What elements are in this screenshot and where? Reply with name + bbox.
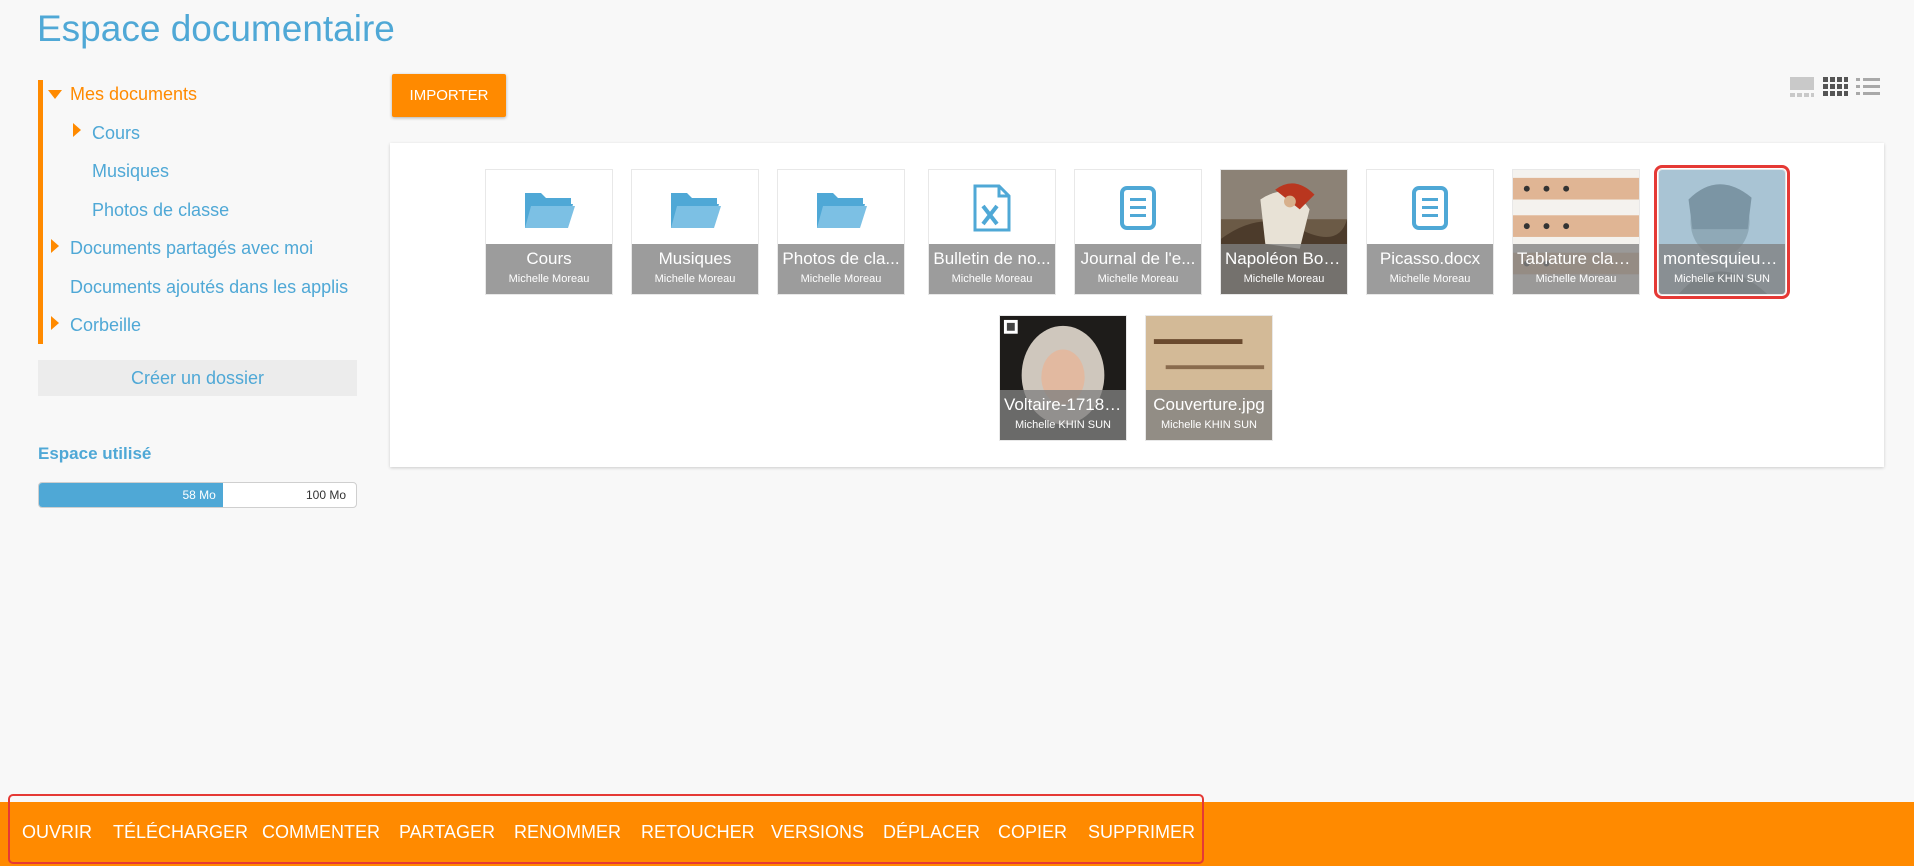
file-owner: Michelle Moreau	[654, 273, 736, 285]
file-tile-tablature[interactable]: Tablature clari... Michelle Moreau	[1512, 169, 1640, 295]
files-panel: Cours Michelle Moreau Musiques Michelle …	[390, 143, 1884, 467]
copy-button[interactable]: COPIER	[998, 822, 1067, 843]
file-name: Cours	[526, 249, 572, 268]
document-file-icon	[1412, 186, 1448, 230]
folder-icon	[671, 193, 721, 228]
file-name: Tablature clari...	[1517, 249, 1637, 268]
file-name: Musiques	[658, 249, 732, 268]
file-name: Couverture.jpg	[1153, 395, 1265, 414]
delete-button[interactable]: SUPPRIMER	[1088, 822, 1195, 843]
file-name: Journal de l'e...	[1080, 249, 1196, 268]
file-name: Picasso.docx	[1379, 249, 1481, 268]
caret-right-icon[interactable]	[51, 239, 59, 253]
caret-down-icon[interactable]	[48, 90, 62, 99]
tree-item-documents-partages[interactable]: Documents partagés avec moi	[70, 238, 313, 259]
file-owner: Michelle KHIN SUN	[1015, 419, 1111, 431]
caret-right-icon[interactable]	[51, 316, 59, 330]
file-owner: Michelle Moreau	[951, 273, 1033, 285]
file-tile-couverture[interactable]: Couverture.jpg Michelle KHIN SUN	[1145, 315, 1273, 441]
folder-icon	[525, 193, 575, 228]
tree-item-photos-de-classe[interactable]: Photos de classe	[92, 200, 229, 221]
used-space-title: Espace utilisé	[38, 444, 152, 463]
file-owner: Michelle Moreau	[800, 273, 882, 285]
versions-button[interactable]: VERSIONS	[771, 822, 864, 843]
thumbnails-grid-icon[interactable]	[1822, 76, 1848, 98]
rename-button[interactable]: RENOMMER	[514, 822, 621, 843]
folder-icon	[817, 193, 867, 228]
thumbnails-large-icon[interactable]	[1789, 76, 1815, 98]
file-tile-montesquieu[interactable]: montesquieu_... Michelle KHIN SUN	[1654, 165, 1790, 299]
file-tile-voltaire[interactable]: Voltaire-1718.... Michelle KHIN SUN	[999, 315, 1127, 441]
tree-item-cours[interactable]: Cours	[92, 123, 140, 144]
list-view-icon[interactable]	[1855, 76, 1881, 98]
comment-button[interactable]: COMMENTER	[262, 822, 380, 843]
folder-tree: Mes documents Cours Musiques Photos de c…	[38, 80, 358, 344]
spreadsheet-file-icon	[973, 184, 1011, 232]
page-title: Espace documentaire	[37, 8, 395, 49]
file-owner: Michelle KHIN SUN	[1161, 419, 1257, 431]
file-owner: Michelle Moreau	[1243, 273, 1325, 285]
file-tile-photos-de-classe[interactable]: Photos de cla... Michelle Moreau	[777, 169, 905, 295]
file-tile-cours[interactable]: Cours Michelle Moreau	[485, 169, 613, 295]
share-button[interactable]: PARTAGER	[399, 822, 495, 843]
quota-bar: 58 Mo 100 Mo	[38, 482, 357, 508]
file-name: Photos de cla...	[782, 249, 900, 268]
retouch-button[interactable]: RETOUCHER	[641, 822, 755, 843]
tree-item-documents-applis[interactable]: Documents ajoutés dans les applis	[70, 277, 348, 298]
import-button[interactable]: IMPORTER	[392, 74, 506, 117]
file-owner: Michelle KHIN SUN	[1674, 273, 1770, 285]
file-name: montesquieu_...	[1663, 249, 1784, 268]
file-owner: Michelle Moreau	[1535, 273, 1617, 285]
open-button[interactable]: OUVRIR	[22, 822, 92, 843]
file-tile-napoleon[interactable]: Napoléon Bon... Michelle Moreau	[1220, 169, 1348, 295]
file-owner: Michelle Moreau	[1097, 273, 1179, 285]
file-tile-musiques[interactable]: Musiques Michelle Moreau	[631, 169, 759, 295]
quota-max: 100 Mo	[305, 488, 346, 502]
move-button[interactable]: DÉPLACER	[883, 822, 980, 843]
file-name: Voltaire-1718....	[1004, 395, 1124, 414]
file-tile-picasso[interactable]: Picasso.docx Michelle Moreau	[1366, 169, 1494, 295]
caret-right-icon[interactable]	[73, 123, 81, 137]
file-name: Bulletin de no...	[933, 249, 1051, 268]
tree-item-corbeille[interactable]: Corbeille	[70, 315, 141, 336]
quota-fill: 58 Mo	[39, 483, 223, 507]
file-tile-bulletin[interactable]: Bulletin de no... Michelle Moreau	[928, 169, 1056, 295]
download-button[interactable]: TÉLÉCHARGER	[113, 822, 248, 843]
tree-item-mes-documents[interactable]: Mes documents	[70, 84, 197, 105]
tree-item-musiques[interactable]: Musiques	[92, 161, 169, 182]
file-tile-journal[interactable]: Journal de l'e... Michelle Moreau	[1074, 169, 1202, 295]
create-folder-button[interactable]: Créer un dossier	[38, 360, 357, 396]
file-owner: Michelle Moreau	[508, 273, 590, 285]
file-name: Napoléon Bon...	[1225, 249, 1347, 268]
document-file-icon	[1120, 186, 1156, 230]
file-owner: Michelle Moreau	[1389, 273, 1471, 285]
